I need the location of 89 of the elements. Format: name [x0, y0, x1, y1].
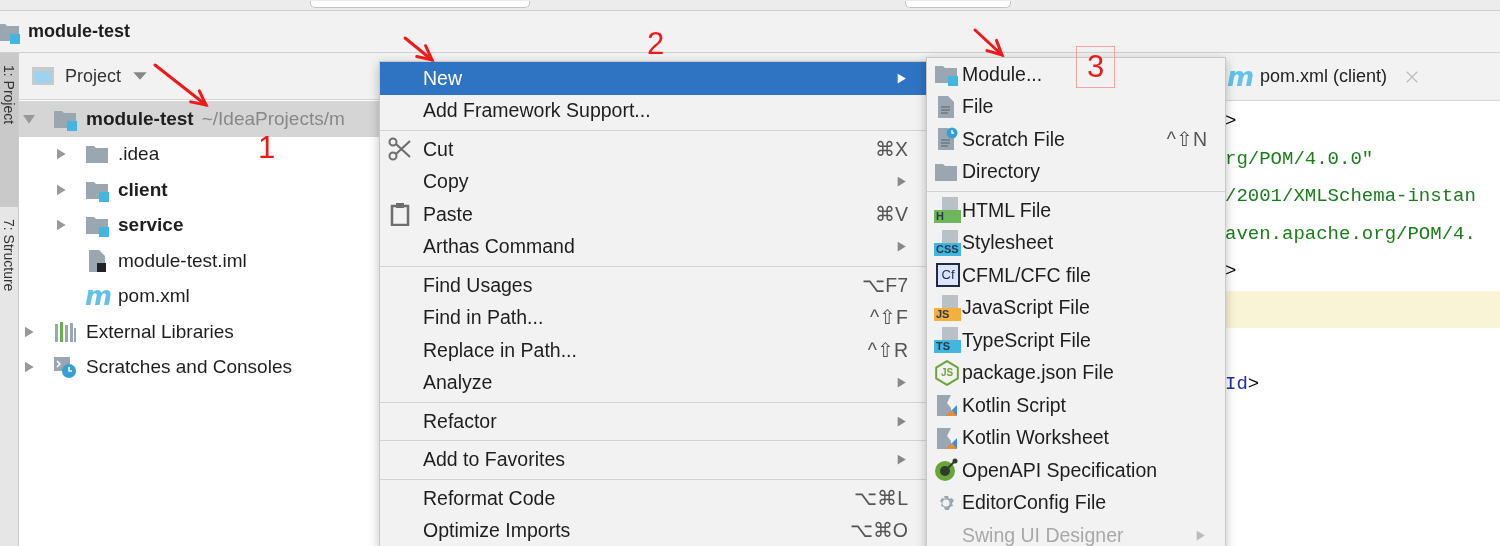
menu-item[interactable]: Scratch File ^⇧N: [927, 123, 1225, 156]
shortcut-label: ⌘X: [875, 137, 908, 161]
menu-item[interactable]: H HTML File: [927, 194, 1070, 227]
breadcrumb-label[interactable]: module-test: [28, 21, 130, 42]
menu-item[interactable]: Cut ⌘X: [380, 133, 926, 166]
tree-item-label: service: [118, 214, 184, 237]
tool-window-tab[interactable]: 7: Structure: [0, 207, 18, 304]
annotation-number: 1: [257, 130, 277, 166]
tree-item-label: .idea: [118, 143, 160, 166]
project-path: ~/IdeaProjects/m: [201, 107, 345, 130]
openapi-icon: [934, 458, 958, 483]
annotation-arrow: [403, 36, 435, 63]
menu-item[interactable]: EditorConfig File: [927, 486, 1125, 519]
menu-item[interactable]: Module...: [927, 58, 1061, 91]
menu-item[interactable]: Analyze: [380, 366, 926, 399]
view-selector[interactable]: Project: [65, 65, 122, 87]
tool-window-tab[interactable]: 1: Project: [0, 53, 18, 207]
tab-label: pom.xml (client): [1260, 66, 1388, 87]
tree-row[interactable]: .idea: [19, 136, 160, 172]
scissors-icon: [388, 137, 412, 162]
submenu-arrow-icon: [895, 71, 908, 85]
shortcut-label: ^⇧R: [867, 338, 908, 362]
menu-item[interactable]: JS JavaScript File: [927, 291, 1108, 324]
toolbar-field[interactable]: [310, 1, 530, 8]
code-line: >: [1224, 259, 1238, 284]
shortcut-label: ⌥⌘O: [849, 519, 908, 543]
tree-row[interactable]: client: [19, 172, 168, 208]
file-type-icon: Cf: [936, 263, 960, 288]
tree-item-label: module-test: [86, 107, 194, 130]
annotation-arrow: [153, 63, 209, 108]
code-line: >: [1224, 109, 1238, 134]
shortcut-label: ⌥⌘L: [854, 486, 908, 510]
menu-item[interactable]: Kotlin Worksheet: [927, 421, 1128, 454]
menu-item[interactable]: OpenAPI Specification: [927, 454, 1176, 487]
submenu-arrow-icon: [1194, 528, 1207, 542]
code-line: Id>: [1224, 371, 1261, 397]
annotation-number: 2: [646, 26, 666, 62]
menu-item[interactable]: TS TypeScript File: [927, 324, 1109, 357]
menu-item[interactable]: Reformat Code ⌥⌘L: [380, 482, 926, 515]
menu-item[interactable]: JS package.json File: [927, 356, 1132, 389]
menu-item[interactable]: Cf CFML/CFC file: [927, 259, 1109, 292]
code-line: aven.apache.org/POM/4.: [1224, 221, 1477, 247]
menu-item[interactable]: New: [380, 62, 926, 95]
menu-item[interactable]: Add to Favorites: [380, 443, 926, 476]
submenu-arrow-icon: [895, 414, 908, 428]
code-line: /2001/XMLSchema-instan: [1224, 184, 1477, 209]
shortcut-label: ⌘V: [875, 202, 908, 226]
code-line: rg/POM/4.0.0": [1224, 146, 1375, 172]
tree-row[interactable]: module-test.iml: [19, 243, 247, 279]
menu-item[interactable]: Copy: [380, 165, 926, 198]
maven-icon: m: [1227, 64, 1255, 89]
tree-row[interactable]: External Libraries: [19, 314, 234, 350]
tree-item-label: client: [118, 178, 168, 201]
submenu-arrow-icon: [895, 376, 908, 390]
kotlin-icon: [934, 425, 958, 450]
menu-item[interactable]: Replace in Path... ^⇧R: [380, 334, 926, 367]
submenu-arrow-icon: [895, 453, 908, 467]
window-icon: [31, 64, 55, 88]
menu-item[interactable]: Find Usages ⌥F7: [380, 269, 926, 302]
clipboard-icon: [388, 202, 412, 227]
submenu-arrow-icon: [895, 240, 908, 254]
tree-item-label: module-test.iml: [118, 249, 247, 272]
maven-icon: m: [85, 284, 113, 309]
menu-item[interactable]: Arthas Command: [380, 230, 926, 263]
shortcut-label: ⌥F7: [862, 273, 908, 297]
shortcut-label: ^⇧N: [1166, 127, 1207, 151]
menu-item[interactable]: Paste ⌘V: [380, 198, 926, 231]
annotation-arrow: [973, 28, 1005, 58]
tree-item-label: pom.xml: [118, 285, 190, 308]
tree-row[interactable]: m pom.xml: [19, 278, 190, 314]
menu-item[interactable]: Optimize Imports ⌥⌘O: [380, 514, 926, 546]
submenu-arrow-icon: [895, 175, 908, 189]
menu-item[interactable]: Refactor: [380, 405, 926, 438]
shortcut-label: ^⇧F: [869, 306, 908, 330]
kotlin-icon: [934, 393, 958, 418]
menu-item[interactable]: Find in Path... ^⇧F: [380, 301, 926, 334]
annotation-number: 3: [1076, 46, 1116, 88]
menu-item[interactable]: Directory: [927, 155, 1058, 188]
libraries-icon: [53, 319, 77, 344]
tree-item-label: External Libraries: [86, 320, 234, 343]
menu-item[interactable]: Add Framework Support...: [380, 94, 926, 127]
menu-item[interactable]: File: [927, 90, 1012, 123]
menu-item[interactable]: Kotlin Script: [927, 389, 1085, 422]
tree-row[interactable]: Scratches and Consoles: [19, 349, 292, 385]
scratches-icon: [53, 355, 77, 380]
toolbar-field[interactable]: [905, 1, 1011, 8]
tree-item-label: Scratches and Consoles: [86, 356, 292, 379]
nodejs-icon: JS: [934, 359, 960, 386]
tree-row[interactable]: service: [19, 207, 184, 243]
